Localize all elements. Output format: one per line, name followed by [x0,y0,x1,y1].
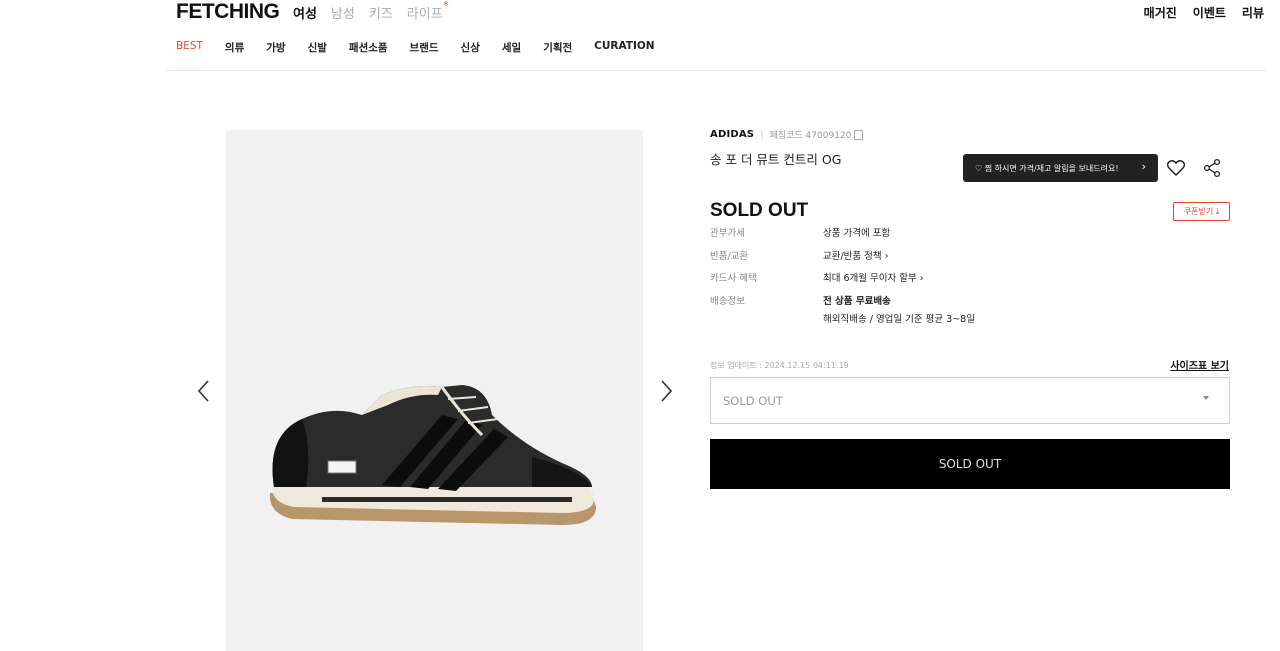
caret-down-icon [1203,396,1209,400]
category-brands[interactable]: 브랜드 [410,40,439,55]
chevron-right-icon [661,380,673,402]
gallery-prev-button[interactable] [194,378,214,404]
category-bags[interactable]: 가방 [266,40,285,55]
spec-value-sub: 해외직배송 / 영업일 기준 평균 3~8일 [823,314,975,325]
gallery-next-button[interactable] [656,378,676,404]
category-exhibition[interactable]: 기획전 [543,40,572,55]
chevron-right-icon: › [1141,160,1146,173]
return-policy-link[interactable]: 교환/반품 정책 › [823,248,888,262]
spec-key: 반품/교환 [710,251,749,262]
tab-women[interactable]: 여성 [293,3,317,22]
category-clothing[interactable]: 의류 [225,40,244,55]
wishlist-tooltip[interactable]: ♡ 찜 하시면 가격/재고 알림을 보내드려요! › [963,154,1158,182]
heart-icon [1166,160,1186,176]
category-new[interactable]: 신상 [461,40,480,55]
brand-name[interactable]: ADIDAS [710,129,754,140]
brand-row: ADIDAS | 페칭코드 47009120 [710,128,1230,141]
site-logo[interactable]: FETCHING [176,0,280,24]
category-nav: BEST 의류 가방 신발 패션소품 브랜드 신상 세일 기획전 CURATIO… [176,40,655,55]
wishlist-button[interactable] [1166,158,1186,178]
top-links: 매거진 이벤트 리뷰 [1144,4,1264,21]
coupon-button[interactable]: 쿠폰받기 ⤓ [1173,202,1230,221]
tab-life[interactable]: 라이프 * [406,0,449,22]
update-timestamp: 정보 업데이트 : 2024.12.15 04:11:19 [710,361,849,370]
product-image-shoe [269,385,596,525]
category-sale[interactable]: 세일 [502,40,521,55]
spec-key: 배송정보 [710,296,745,307]
copy-icon[interactable] [854,129,864,140]
tab-men[interactable]: 남성 [331,3,355,22]
sold-out-button[interactable]: SOLD OUT [710,439,1230,489]
product-code-text: 페칭코드 47009120 [769,131,852,141]
share-icon [1203,158,1221,178]
product-image-gallery[interactable] [226,130,643,651]
size-select[interactable]: SOLD OUT [710,377,1230,424]
product-code: 페칭코드 47009120 [770,128,864,141]
link-review[interactable]: 리뷰 [1242,4,1264,21]
gender-tabs: 여성 남성 키즈 라이프 * [293,0,449,22]
spec-key: 카드사 혜택 [710,273,757,284]
spec-value: 전 상품 무료배송 [823,296,891,307]
spec-key: 관부가세 [710,228,745,239]
tab-life-label: 라이프 [406,7,443,22]
sold-out-title: SOLD OUT [710,200,809,221]
category-shoes[interactable]: 신발 [308,40,327,55]
tooltip-text: ♡ 찜 하시면 가격/재고 알림을 보내드려요! [975,163,1119,173]
category-best[interactable]: BEST [176,40,203,55]
spec-value: 상품 가격에 포함 [823,228,891,239]
link-event[interactable]: 이벤트 [1193,4,1226,21]
link-magazine[interactable]: 매거진 [1144,4,1177,21]
share-button[interactable] [1202,158,1222,178]
category-curation[interactable]: CURATION [594,40,654,55]
chevron-left-icon [197,380,209,402]
tab-kids[interactable]: 키즈 [369,3,393,22]
size-guide-link[interactable]: 사이즈표 보기 [1170,357,1229,372]
card-benefit-link[interactable]: 최대 6개월 무이자 할부 › [823,270,924,284]
separator: | [760,129,764,140]
category-accessories[interactable]: 패션소품 [349,40,388,55]
new-badge: * [443,0,449,12]
size-select-value: SOLD OUT [723,393,783,408]
header-divider [166,70,1266,71]
